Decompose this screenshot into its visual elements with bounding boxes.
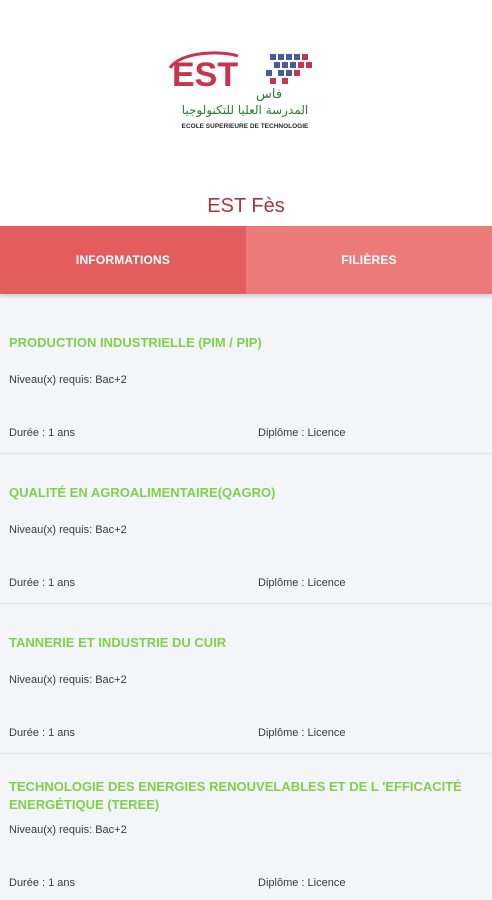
program-duration: Durée : 1 ans (9, 877, 76, 889)
logo-arabic-top: فاس (256, 87, 282, 102)
logo-subtitle: ECOLE SUPERIEURE DE TECHNOLOGIE (182, 123, 309, 130)
tab-bar: INFORMATIONS FILIÈRES (0, 226, 492, 294)
program-title: QUALITÉ EN AGROALIMENTAIRE(QAGRO) (9, 485, 276, 500)
program-level: Niveau(x) requis: Bac+2 (9, 824, 127, 836)
program-card[interactable]: PRODUCTION INDUSTRIELLE (PIM / PIP) Nive… (0, 304, 492, 454)
logo-arabic: المدرسة العليا للتكنولوجيا (182, 103, 308, 118)
logo-wordmark: EST (172, 56, 238, 94)
program-diploma: Diplôme : Licence (258, 577, 346, 589)
program-duration: Durée : 1 ans (9, 577, 76, 589)
program-card[interactable]: TECHNOLOGIE DES ENERGIES RENOUVELABLES E… (0, 754, 492, 900)
program-list: PRODUCTION INDUSTRIELLE (PIM / PIP) Nive… (0, 304, 492, 900)
tab-filieres[interactable]: FILIÈRES (246, 226, 492, 294)
app-header: EST فاس المدرسة العليا للتكنولوجيا ECOLE… (0, 0, 492, 226)
program-diploma: Diplôme : Licence (258, 877, 346, 889)
program-duration: Durée : 1 ans (9, 427, 76, 439)
program-title: TECHNOLOGIE DES ENERGIES RENOUVELABLES E… (9, 779, 462, 812)
tab-informations[interactable]: INFORMATIONS (0, 226, 246, 294)
program-level: Niveau(x) requis: Bac+2 (9, 524, 127, 536)
program-diploma: Diplôme : Licence (258, 427, 346, 439)
program-level: Niveau(x) requis: Bac+2 (9, 674, 127, 686)
program-diploma: Diplôme : Licence (258, 727, 346, 739)
est-logo-graphic: EST فاس المدرسة العليا للتكنولوجيا ECOLE… (168, 51, 312, 130)
program-title: TANNERIE ET INDUSTRIE DU CUIR (9, 635, 227, 650)
program-duration: Durée : 1 ans (9, 727, 76, 739)
program-title: PRODUCTION INDUSTRIELLE (PIM / PIP) (9, 335, 262, 350)
school-name: EST Fès (207, 195, 285, 217)
program-card[interactable]: QUALITÉ EN AGROALIMENTAIRE(QAGRO) Niveau… (0, 454, 492, 604)
est-logo: EST فاس المدرسة العليا للتكنولوجيا ECOLE… (160, 40, 330, 140)
program-card[interactable]: TANNERIE ET INDUSTRIE DU CUIR Niveau(x) … (0, 604, 492, 754)
program-level: Niveau(x) requis: Bac+2 (9, 374, 127, 386)
